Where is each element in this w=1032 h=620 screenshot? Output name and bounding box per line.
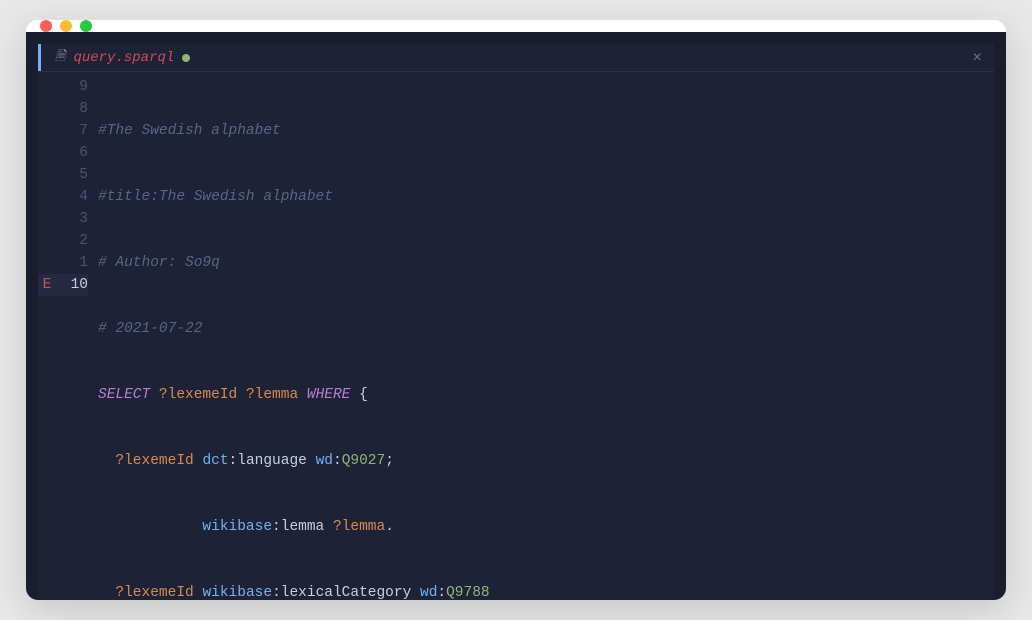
code-line: # 2021-07-22 xyxy=(98,318,994,340)
macos-titlebar xyxy=(26,20,1006,32)
code-line: #title:The Swedish alphabet xyxy=(98,186,994,208)
code-line: # Author: So9q xyxy=(98,252,994,274)
code-line: wikibase:lemma ?lemma. xyxy=(98,516,994,538)
code-line: ?lexemeId dct:language wd:Q9027; xyxy=(98,450,994,472)
maximize-button[interactable] xyxy=(80,20,92,32)
code-line: SELECT ?lexemeId ?lemma WHERE { xyxy=(98,384,994,406)
code-content[interactable]: #The Swedish alphabet #title:The Swedish… xyxy=(98,76,994,600)
tab-bar: 🗎 query.sparql × xyxy=(38,44,994,72)
editor-frame: 🗎 query.sparql × E xyxy=(26,32,1006,600)
editor-pane: 🗎 query.sparql × E xyxy=(38,44,994,600)
code-line: ?lexemeId wikibase:lexicalCategory wd:Q9… xyxy=(98,582,994,600)
terminal-window: 🗎 query.sparql × E xyxy=(26,20,1006,600)
sign-column: E xyxy=(38,76,56,600)
line-numbers: 9 8 7 6 5 4 3 2 1 10 xyxy=(56,76,98,600)
tab-filename: query.sparql xyxy=(73,50,174,66)
modified-indicator xyxy=(182,54,190,62)
close-icon[interactable]: × xyxy=(960,49,994,67)
file-icon: 🗎 xyxy=(55,47,65,69)
tab-active[interactable]: 🗎 query.sparql xyxy=(38,44,204,71)
close-button[interactable] xyxy=(40,20,52,32)
code-area[interactable]: E 9 8 7 6 5 4 3 2 1 10 #The Swedish alph… xyxy=(38,72,994,600)
code-line: #The Swedish alphabet xyxy=(98,120,994,142)
minimize-button[interactable] xyxy=(60,20,72,32)
error-sign: E xyxy=(38,274,56,296)
